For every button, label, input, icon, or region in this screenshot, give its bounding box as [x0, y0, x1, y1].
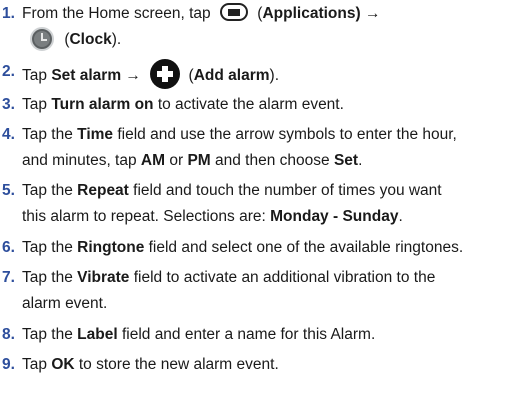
step-text: Tap the Time field and use the arrow sym… [22, 126, 457, 169]
step-number: 6. [2, 239, 15, 256]
step-number: 5. [2, 182, 15, 199]
step-number: 4. [2, 126, 15, 143]
step-text: Tap Turn alarm on to activate the alarm … [22, 96, 344, 113]
step-number: 7. [2, 269, 15, 286]
add-alarm-icon [150, 59, 181, 89]
step-text: Tap Set alarm → (Add alarm). [22, 59, 530, 91]
step-number: 3. [2, 96, 15, 113]
step-number: 2. [2, 63, 15, 80]
step-text: Tap the Label field and enter a name for… [22, 326, 376, 343]
applications-icon [219, 2, 248, 21]
clock-icon [30, 27, 54, 51]
step-number: 9. [2, 356, 15, 373]
step-text: Tap OK to store the new alarm event. [22, 356, 279, 373]
step-text: Tap the Ringtone field and select one of… [22, 239, 464, 256]
step-text: From the Home screen, tap (Applications)… [22, 2, 530, 52]
step-text: Tap the Repeat field and touch the numbe… [22, 182, 442, 225]
step-number: 1. [2, 5, 15, 22]
step-text: Tap the Vibrate field to activate an add… [22, 269, 436, 312]
step-number: 8. [2, 326, 15, 343]
